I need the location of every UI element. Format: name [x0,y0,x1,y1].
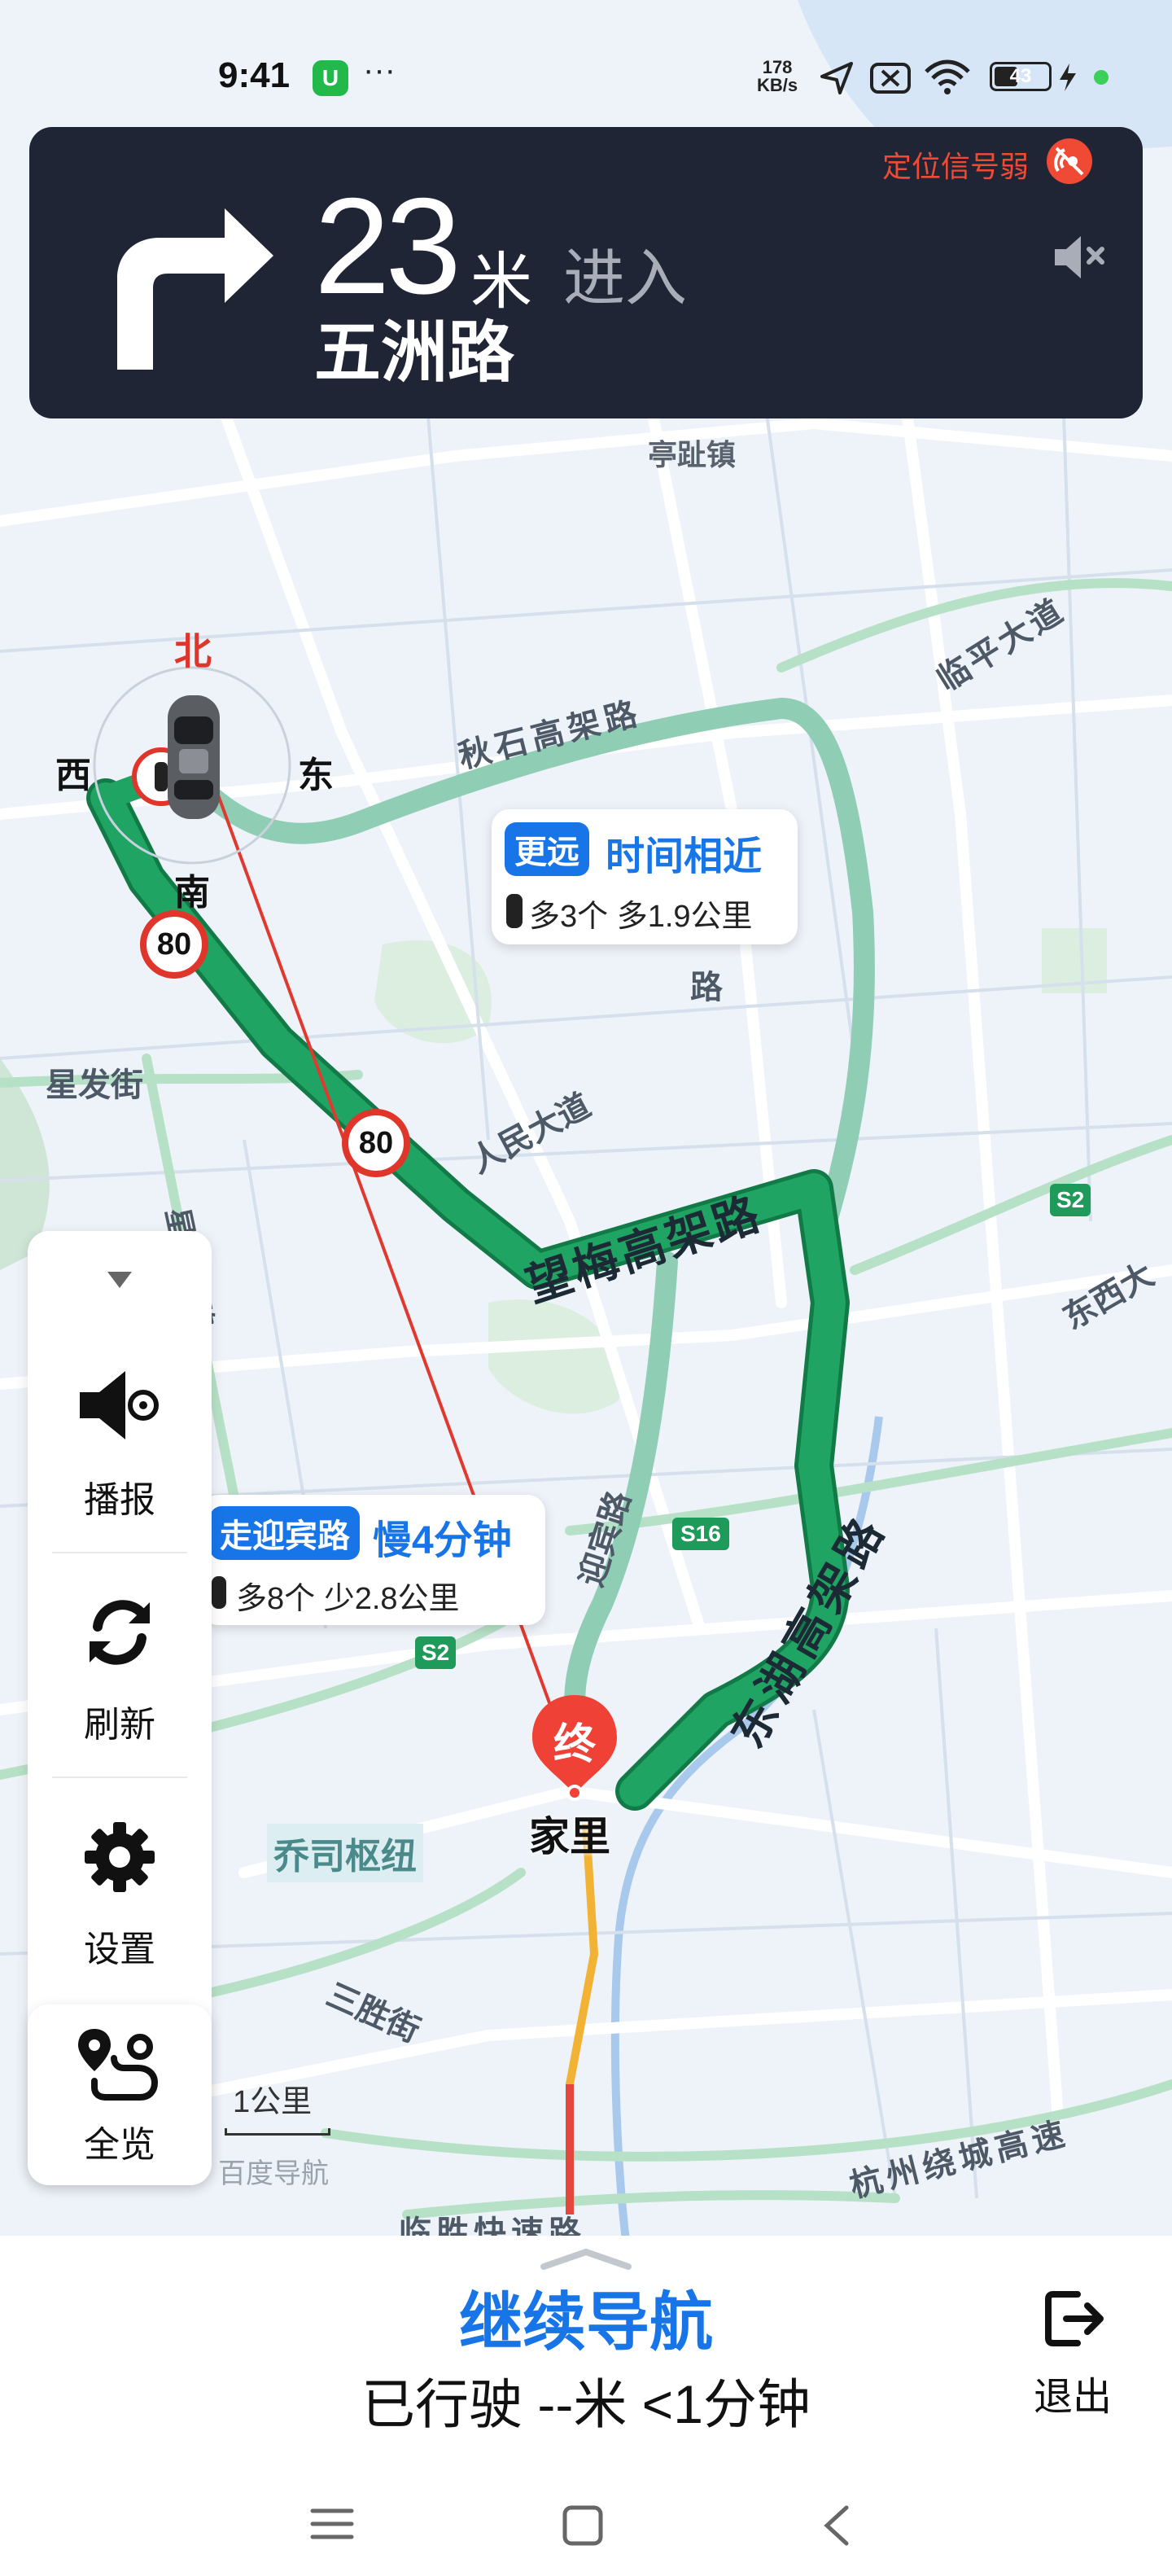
compass-south: 南 [174,873,210,913]
route-overview-icon [78,2029,159,2101]
speed-limit-sign: 80 [342,1109,410,1177]
battery-level: 43 [1009,65,1032,87]
home-icon[interactable] [562,2504,604,2547]
gear-icon [85,1822,155,1892]
alt-route-summary: 慢4分钟 [373,1519,512,1562]
status-bar: 9:41 U ··· 178 KB/s 43 [0,0,1172,122]
map-label-qiao-si: 乔司枢纽 [267,1824,423,1882]
menu-icon[interactable] [309,2504,355,2543]
refresh-button[interactable]: 刷新 [28,1552,212,1772]
destination-name: 家里 [529,1814,610,1860]
settings-button[interactable]: 设置 [28,1776,212,1996]
active-dot-icon [1094,70,1109,85]
destination-end-label: 终 [553,1721,596,1768]
gps-weak-status: 定位信号弱 [882,150,1030,183]
alt-route-bubble-2[interactable]: 走迎宾路 慢4分钟 多8个 少2.8公里 [200,1495,545,1625]
car-position-icon [163,692,225,822]
charging-icon [1060,64,1076,91]
highway-shield-s2-south: S2 [415,1636,457,1669]
network-speed: 178 KB/s [757,59,798,94]
triangle-down-icon[interactable] [106,1270,133,1290]
map-label-ting-zhi: 亭趾镇 [648,438,737,471]
compass-north: 北 [174,630,212,672]
map-label-lu: 路 [690,970,723,1005]
overview-label: 全览 [84,2125,155,2165]
driven-status: 已行驶 --米 <1分钟 [361,2374,811,2434]
network-speed-value: 178 [762,57,793,77]
broadcast-label: 播报 [84,1480,155,1520]
compass-west: 西 [55,756,91,795]
speaker-muted-icon[interactable] [1045,223,1113,291]
enter-label: 进入 [563,244,687,313]
highway-shield-s2: S2 [1050,1184,1091,1216]
alt-route-summary: 时间相近 [606,835,763,878]
scale-label: 1公里 [233,2085,313,2119]
wifi-icon [925,59,970,94]
compass-east: 东 [298,756,334,795]
speaker-icon [80,1371,159,1439]
traffic-light-icon [506,894,523,928]
next-road-name: 五洲路 [314,316,515,390]
destination-marker[interactable]: 终 [527,1692,622,1803]
overview-button[interactable]: 全览 [28,2004,212,2185]
turn-right-arrow-icon [117,208,273,370]
back-icon[interactable] [820,2504,853,2547]
sim-disabled-icon [870,63,911,94]
alt-route-detail: 多3个 多1.9公里 [529,900,753,934]
refresh-label: 刷新 [84,1705,155,1745]
chevron-up-icon[interactable] [537,2247,635,2272]
app-notification-icon: U [313,60,348,96]
alt-route-bubble-1[interactable]: 更远 时间相近 多3个 多1.9公里 [492,809,798,944]
exit-label: 退出 [1033,2376,1112,2419]
traffic-light-icon [212,1576,226,1609]
alt-route-tag: 走迎宾路 [210,1506,360,1560]
exit-icon [1045,2291,1104,2346]
highway-shield-s16: S16 [672,1518,729,1550]
status-time: 9:41 [218,55,291,95]
gps-weak-icon[interactable] [1047,138,1092,184]
location-arrow-icon [820,62,853,94]
map-label-xing-fa-street: 星发街 [46,1067,143,1103]
battery-icon: 43 [990,62,1052,91]
baidu-nav-watermark: 百度导航 [218,2158,329,2189]
more-notifications-icon: ··· [363,52,396,88]
continue-navigation-button[interactable]: 继续导航 [0,2272,1172,2363]
alt-route-tag: 更远 [505,822,589,876]
broadcast-button[interactable]: 播报 [28,1327,212,1547]
settings-label: 设置 [84,1930,155,1969]
turn-distance-value: 23 [314,169,461,322]
speed-limit-sign: 80 [140,910,208,979]
exit-button[interactable]: 退出 [1016,2286,1130,2425]
scale-bar [225,2128,330,2136]
alt-route-detail: 多8个 少2.8公里 [236,1582,460,1616]
network-speed-unit: KB/s [757,75,798,95]
refresh-icon [90,1600,150,1665]
turn-instruction-banner: 23 米 进入 五洲路 定位信号弱 [29,127,1143,418]
